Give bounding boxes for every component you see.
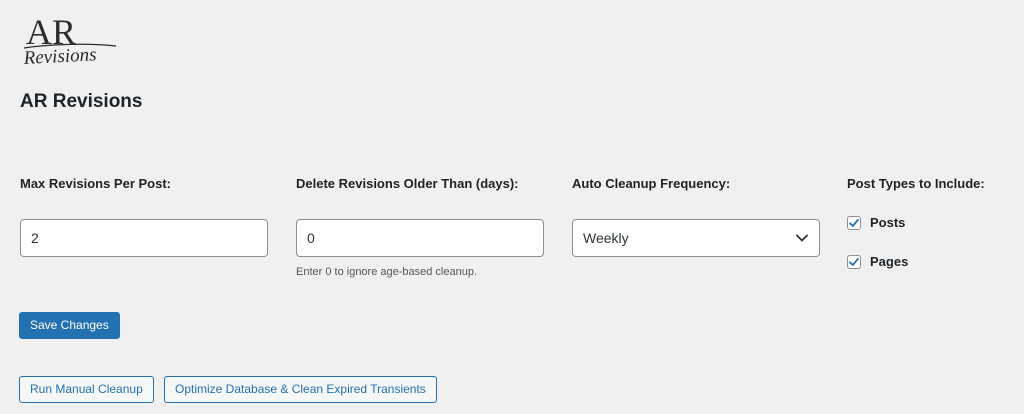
delete-older-field: Delete Revisions Older Than (days): Ente… <box>296 176 544 278</box>
max-revisions-field: Max Revisions Per Post: <box>20 176 268 257</box>
frequency-field: Auto Cleanup Frequency: Weekly <box>572 176 820 257</box>
delete-older-hint: Enter 0 to ignore age-based cleanup. <box>296 266 478 278</box>
checkmark-icon[interactable] <box>847 254 861 269</box>
checkbox-posts[interactable]: Posts <box>847 215 905 230</box>
delete-older-input[interactable] <box>296 219 544 257</box>
ar-revisions-logo: AR Revisions <box>22 12 117 69</box>
frequency-select[interactable]: Weekly <box>572 219 820 257</box>
logo-script: Revisions <box>22 44 97 69</box>
max-revisions-input[interactable] <box>20 219 268 257</box>
optimize-database-button[interactable]: Optimize Database & Clean Expired Transi… <box>164 376 437 403</box>
run-manual-cleanup-button[interactable]: Run Manual Cleanup <box>19 376 154 403</box>
checkbox-pages-label: Pages <box>870 254 909 269</box>
settings-page: AR Revisions AR Revisions Max Revisions … <box>0 0 1024 414</box>
checkbox-posts-label: Posts <box>870 215 906 230</box>
checkbox-pages[interactable]: Pages <box>847 254 908 269</box>
chevron-down-icon <box>795 231 809 245</box>
save-changes-button[interactable]: Save Changes <box>19 312 120 339</box>
frequency-selected-value: Weekly <box>583 230 629 246</box>
post-types-label: Post Types to Include: <box>847 176 985 191</box>
max-revisions-label: Max Revisions Per Post: <box>20 176 171 191</box>
page-title: AR Revisions <box>20 91 143 112</box>
frequency-label: Auto Cleanup Frequency: <box>572 176 731 191</box>
post-types-field: Post Types to Include: Posts Pages <box>847 176 985 269</box>
checkmark-icon[interactable] <box>847 215 861 230</box>
delete-older-label: Delete Revisions Older Than (days): <box>296 176 519 191</box>
